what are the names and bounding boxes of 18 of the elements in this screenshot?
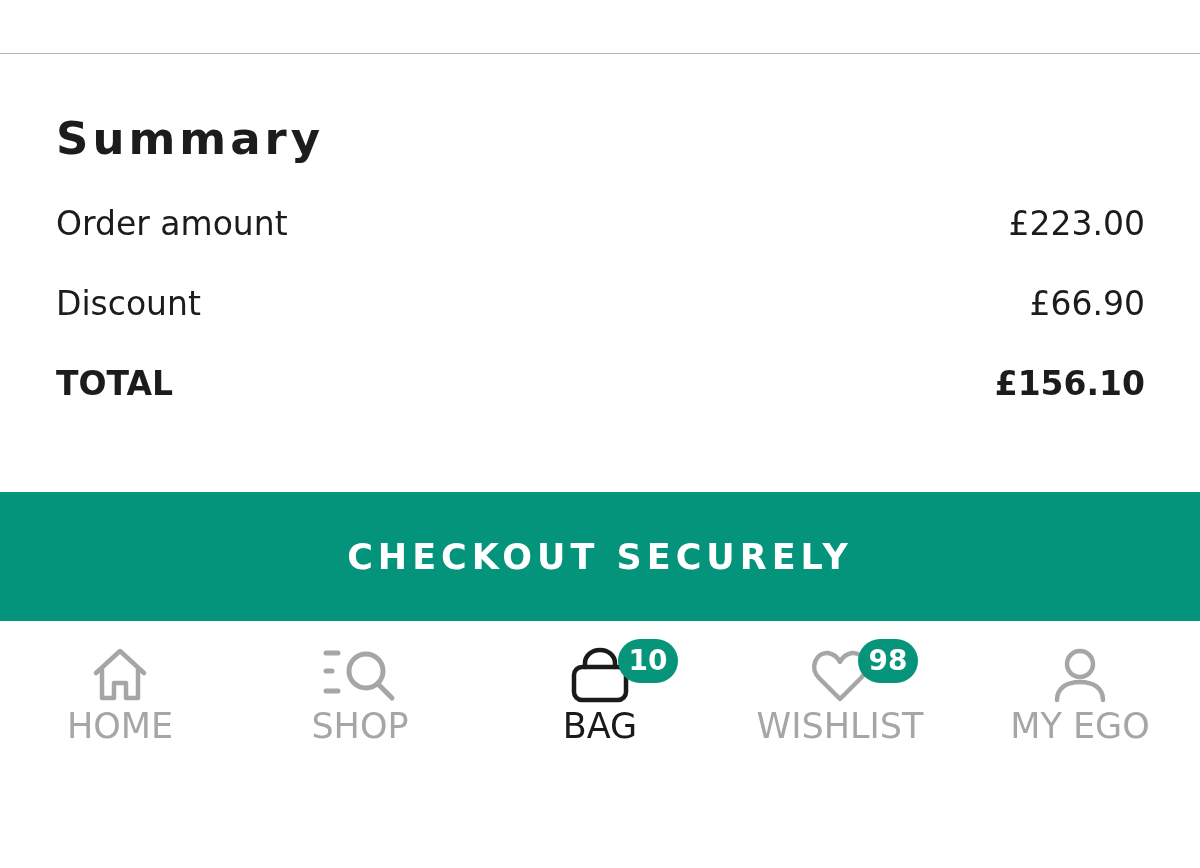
row-label: TOTAL [56, 363, 174, 403]
bag-icon [571, 647, 629, 703]
home-icon [93, 647, 147, 703]
nav-tab[interactable]: 98 WISHLIST [720, 637, 960, 750]
nav-tab[interactable]: HOME [0, 637, 240, 750]
row-label: Order amount [56, 203, 288, 243]
row-value: £66.90 [1029, 283, 1145, 323]
row-value: £223.00 [1008, 203, 1145, 243]
nav-tab[interactable]: 10 BAG [480, 637, 720, 750]
row-value: £156.10 [994, 363, 1145, 403]
summary-heading: Summary [56, 111, 326, 167]
checkout-button[interactable]: CHECKOUT SECURELY [0, 492, 1200, 621]
person-icon [1052, 647, 1108, 703]
nav-tab[interactable]: SHOP [240, 637, 480, 750]
row-label: Discount [56, 283, 201, 323]
count-badge: 10 [618, 639, 678, 683]
count-badge: 98 [858, 639, 918, 683]
nav-tab[interactable]: MY EGO [960, 637, 1200, 750]
